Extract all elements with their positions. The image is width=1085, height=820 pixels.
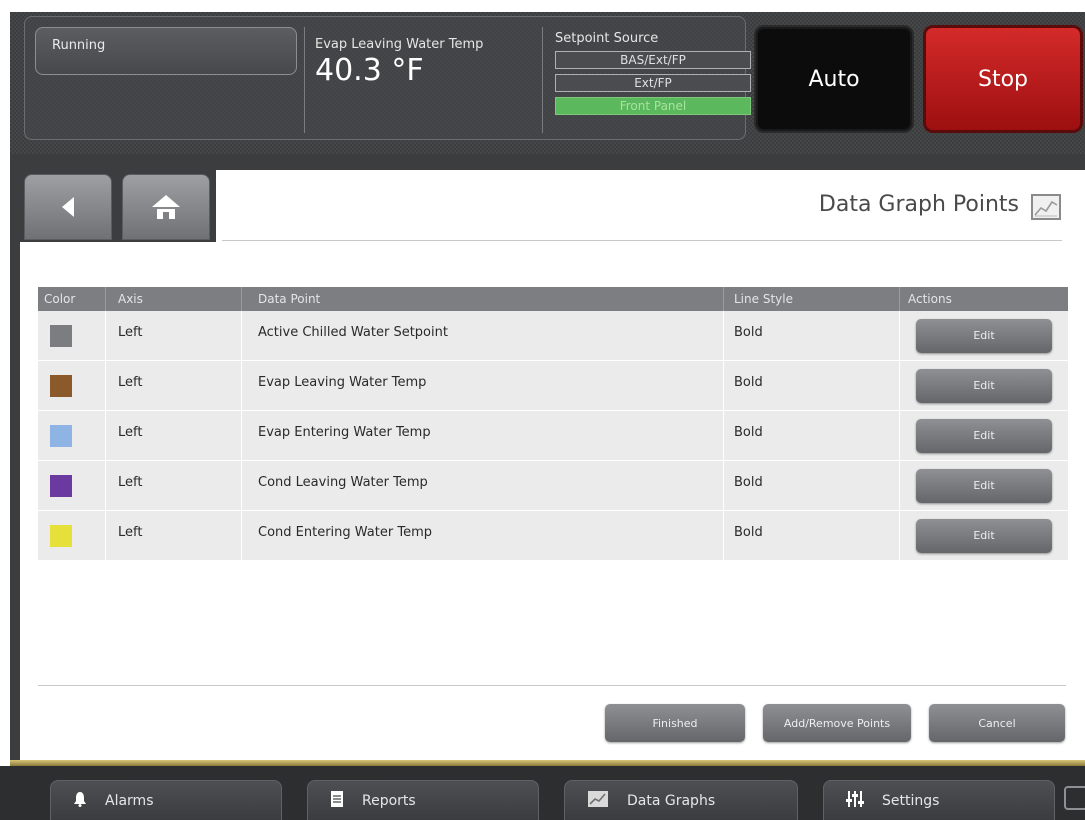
line-style-cell: Bold [724, 511, 900, 560]
page-title: Data Graph Points [818, 192, 1019, 217]
setpoint-source-title: Setpoint Source [555, 31, 659, 46]
color-swatch[interactable] [50, 324, 72, 347]
header-axis: Axis [106, 287, 242, 311]
status-bar: Running Evap Leaving Water Temp 40.3 °F … [10, 12, 1085, 154]
edit-button[interactable]: Edit [916, 368, 1052, 403]
data-point-cell: Evap Entering Water Temp [242, 411, 724, 460]
edit-button[interactable]: Edit [916, 518, 1052, 553]
table-row: Left Cond Entering Water Temp Bold Edit [38, 511, 1068, 561]
table-row: Left Active Chilled Water Setpoint Bold … [38, 311, 1068, 361]
stop-button[interactable]: Stop [923, 25, 1083, 133]
data-point-cell: Cond Entering Water Temp [242, 511, 724, 560]
data-point-cell: Active Chilled Water Setpoint [242, 311, 724, 360]
operating-state: Running [35, 27, 297, 75]
bell-icon [73, 791, 87, 811]
data-point-cell: Evap Leaving Water Temp [242, 361, 724, 410]
tab-settings[interactable]: Settings [823, 780, 1055, 820]
title-divider [222, 240, 1062, 241]
data-point-cell: Cond Leaving Water Temp [242, 461, 724, 510]
edit-button[interactable]: Edit [916, 468, 1052, 503]
header-color: Color [38, 287, 106, 311]
chat-icon[interactable] [1064, 786, 1085, 810]
line-style-cell: Bold [724, 461, 900, 510]
color-swatch[interactable] [50, 424, 72, 447]
divider [542, 27, 543, 133]
add-remove-points-button[interactable]: Add/Remove Points [763, 704, 911, 742]
frame [10, 154, 1085, 170]
axis-cell: Left [106, 361, 242, 410]
tab-label: Settings [882, 792, 940, 809]
tab-data-graphs[interactable]: Data Graphs [564, 780, 798, 820]
sliders-icon [846, 790, 864, 812]
back-arrow-icon [62, 197, 74, 217]
axis-cell: Left [106, 461, 242, 510]
tab-reports[interactable]: Reports [307, 780, 539, 820]
header-actions: Actions [908, 292, 952, 306]
line-style-cell: Bold [724, 411, 900, 460]
table-row: Left Evap Entering Water Temp Bold Edit [38, 411, 1068, 461]
axis-cell: Left [106, 311, 242, 360]
table-header: Color Axis Data Point Line Style Actions [38, 287, 1068, 311]
setpoint-option-bas[interactable]: BAS/Ext/FP [555, 51, 751, 69]
color-swatch[interactable] [50, 474, 72, 497]
data-points-table: Color Axis Data Point Line Style Actions… [38, 287, 1068, 561]
finished-button[interactable]: Finished [605, 704, 745, 742]
table-row: Left Evap Leaving Water Temp Bold Edit [38, 361, 1068, 411]
header-line-style: Line Style [724, 287, 900, 311]
divider [304, 27, 305, 133]
tab-label: Reports [362, 792, 416, 809]
status-panel: Running Evap Leaving Water Temp 40.3 °F … [24, 16, 751, 140]
frame [10, 154, 20, 766]
evap-temp-label: Evap Leaving Water Temp [315, 37, 484, 52]
home-button[interactable] [122, 174, 210, 240]
auto-button[interactable]: Auto [754, 25, 914, 133]
setpoint-option-ext[interactable]: Ext/FP [555, 74, 751, 92]
cancel-button[interactable]: Cancel [929, 704, 1065, 742]
tab-alarms[interactable]: Alarms [50, 780, 282, 820]
edit-button[interactable]: Edit [916, 318, 1052, 353]
color-swatch[interactable] [50, 524, 72, 547]
tab-label: Data Graphs [627, 792, 716, 809]
evap-temp-value: 40.3 °F [315, 53, 424, 88]
bottom-nav: Alarms Reports Data Graphs Settings [0, 766, 1085, 820]
table-row: Left Cond Leaving Water Temp Bold Edit [38, 461, 1068, 511]
color-swatch[interactable] [50, 374, 72, 397]
line-style-cell: Bold [724, 361, 900, 410]
line-chart-icon [587, 790, 609, 812]
back-button[interactable] [24, 174, 112, 240]
header-data-point: Data Point [242, 287, 724, 311]
home-icon [152, 195, 180, 219]
edit-button[interactable]: Edit [916, 418, 1052, 453]
footer-divider [38, 685, 1066, 686]
document-icon [330, 790, 344, 812]
setpoint-option-front-panel[interactable]: Front Panel [555, 97, 751, 115]
axis-cell: Left [106, 511, 242, 560]
tab-label: Alarms [105, 792, 154, 809]
line-chart-icon [1031, 194, 1061, 220]
line-style-cell: Bold [724, 311, 900, 360]
axis-cell: Left [106, 411, 242, 460]
